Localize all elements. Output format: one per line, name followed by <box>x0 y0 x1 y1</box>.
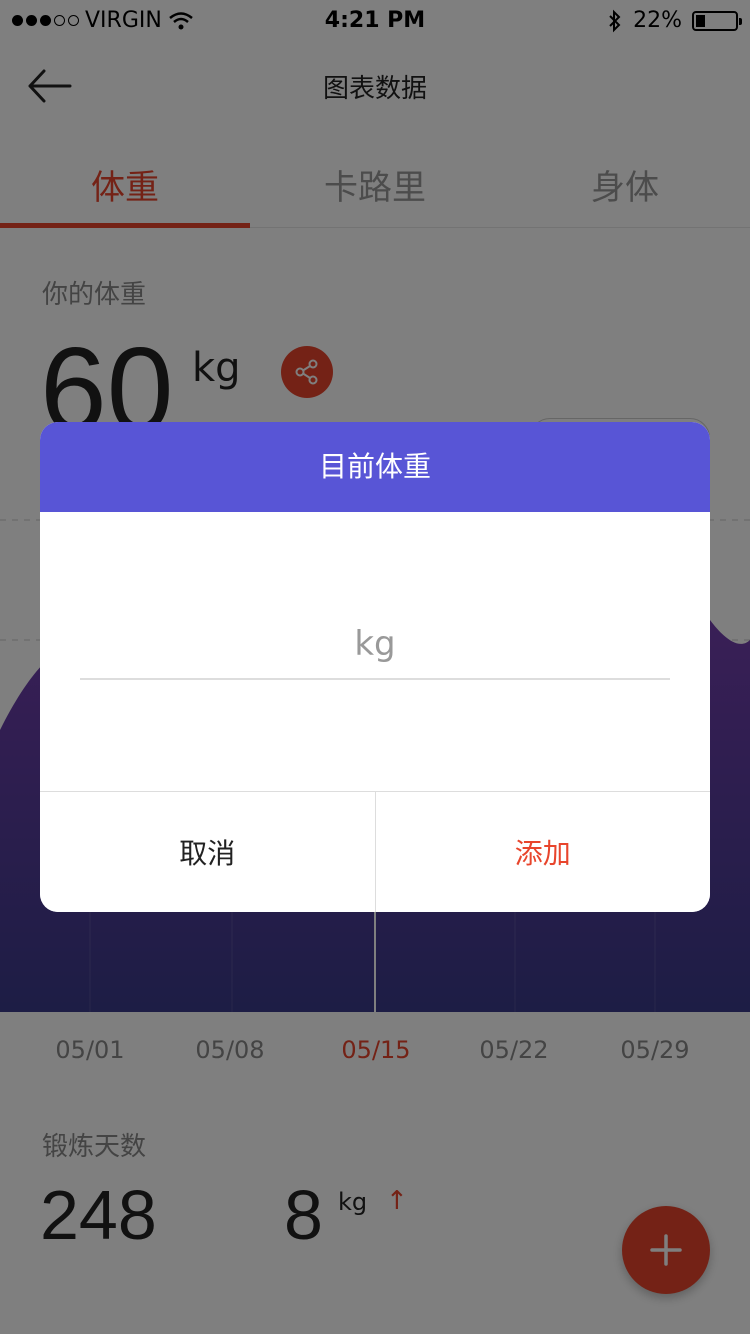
weight-input[interactable] <box>80 610 670 680</box>
dialog-body <box>40 512 710 792</box>
cancel-button[interactable]: 取消 <box>40 792 375 912</box>
dialog-title: 目前体重 <box>40 422 710 512</box>
current-weight-dialog: 目前体重 取消 添加 <box>40 422 710 912</box>
add-button[interactable]: 添加 <box>374 792 710 912</box>
dialog-actions: 取消 添加 <box>40 792 710 912</box>
